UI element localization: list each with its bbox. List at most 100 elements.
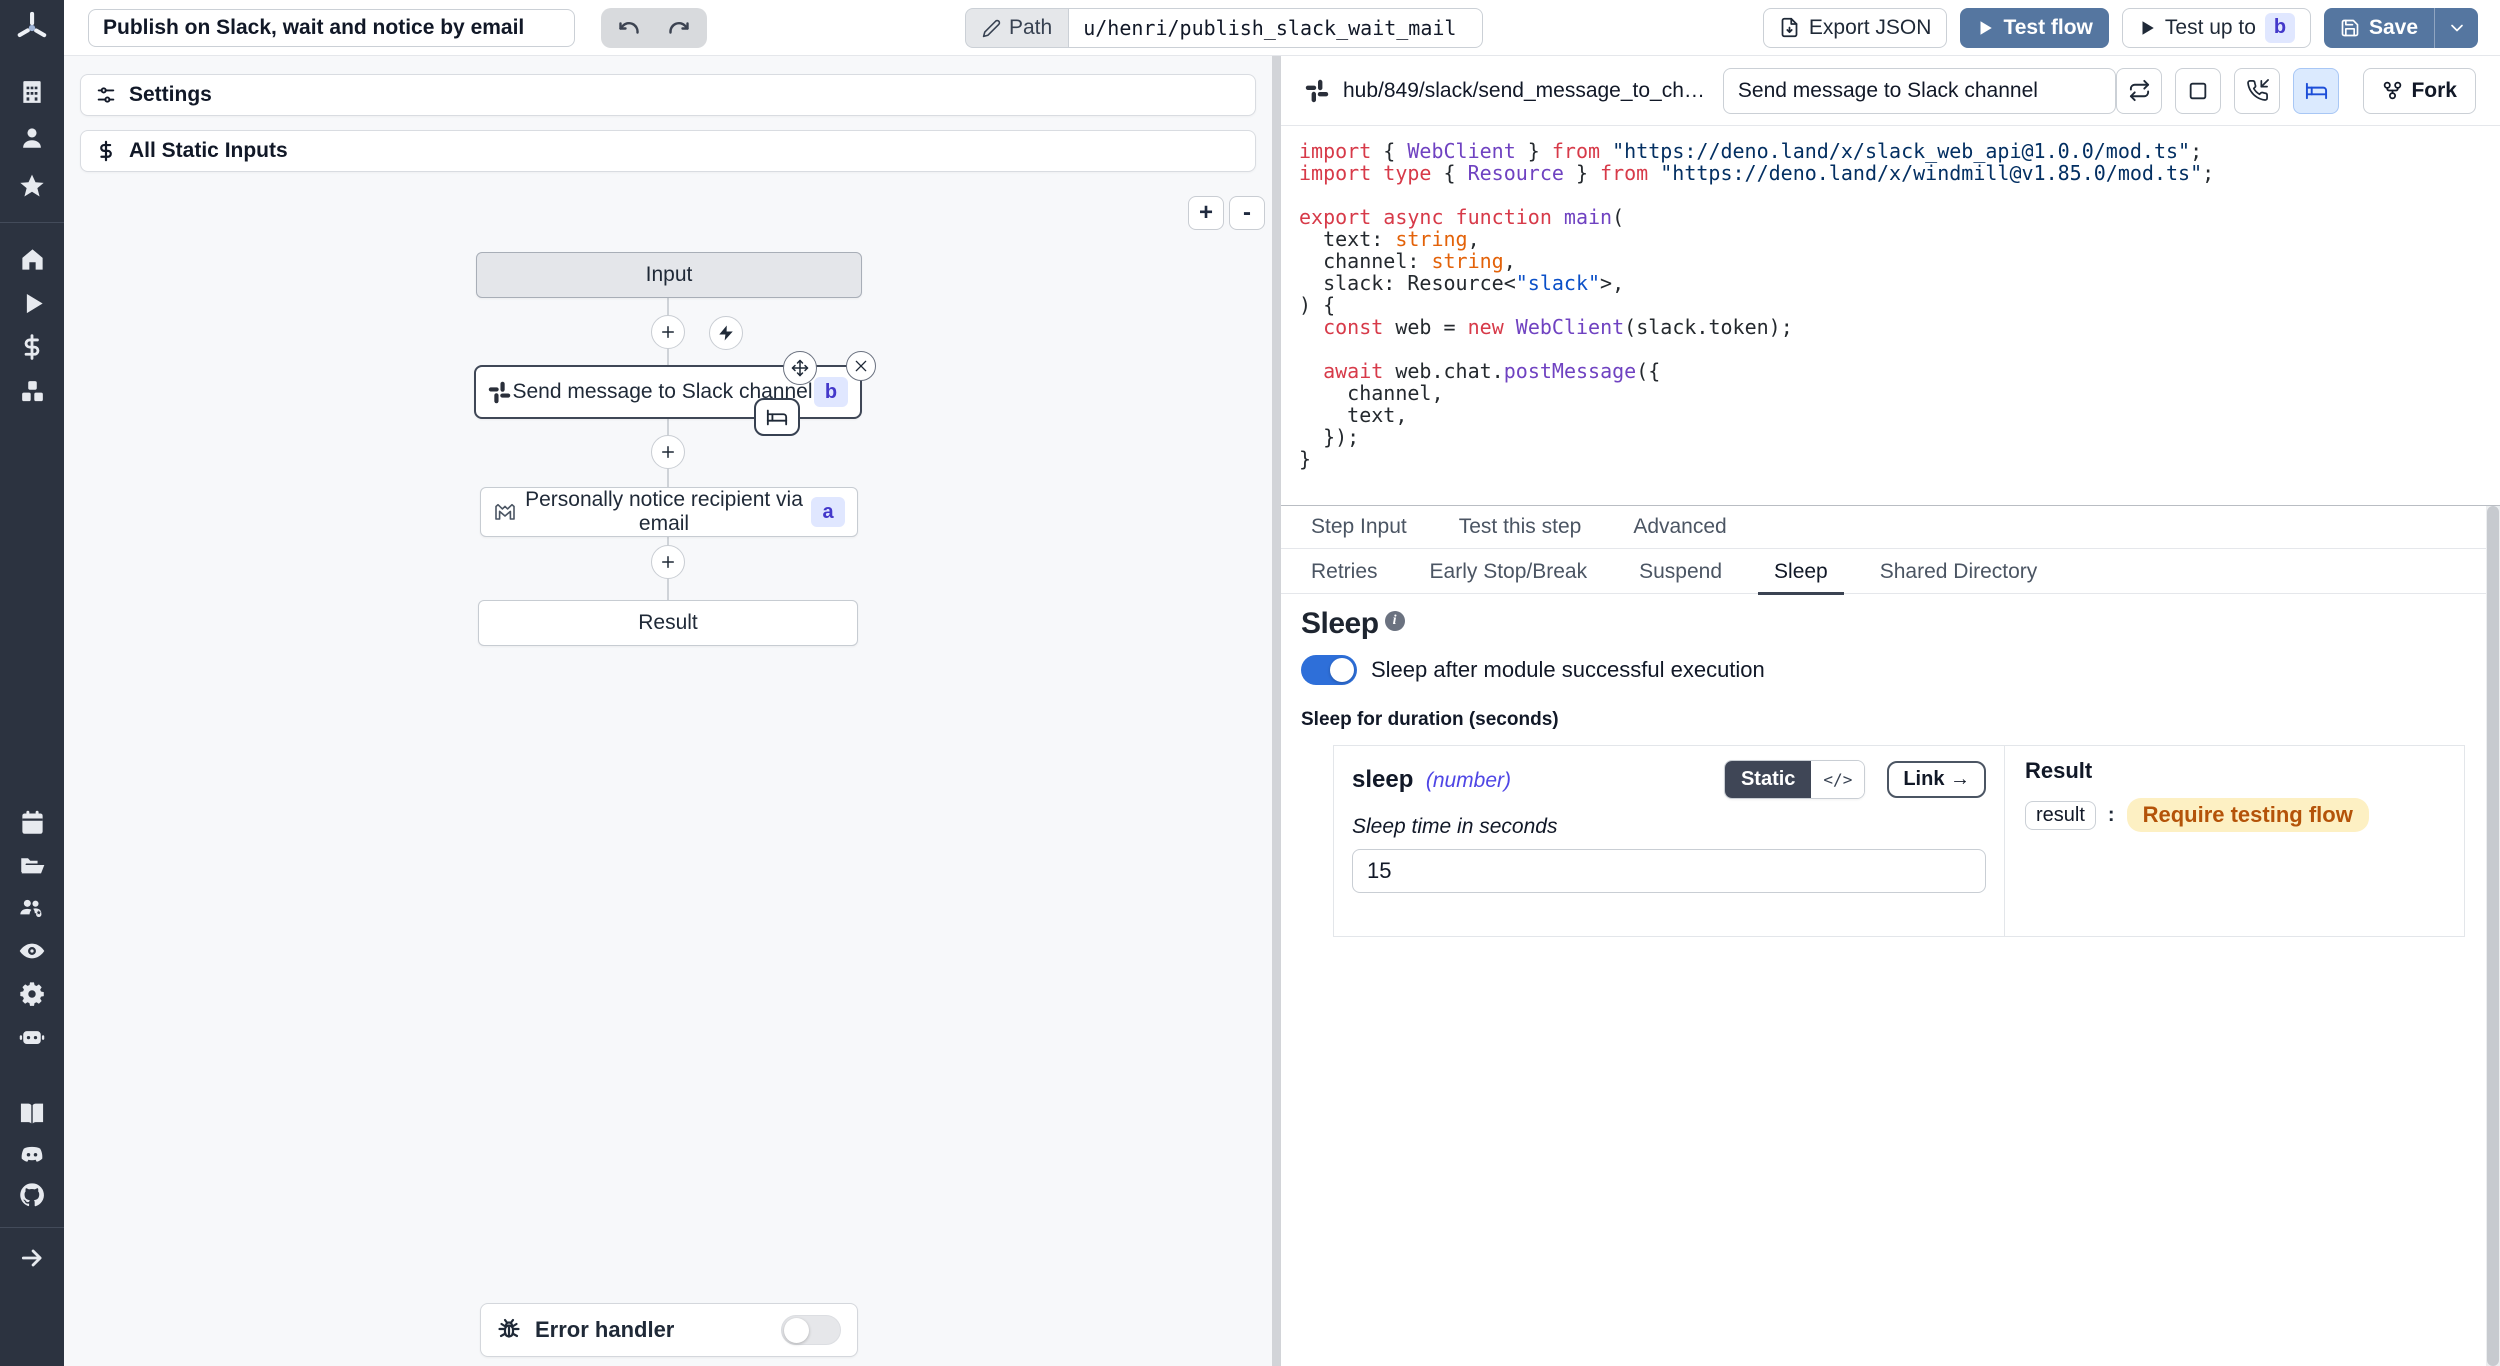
tab-advanced[interactable]: Advanced — [1617, 506, 1742, 548]
save-label: Save — [2369, 16, 2418, 40]
sidebar-divider — [0, 1227, 64, 1228]
path-group: Path — [965, 8, 1483, 48]
test-up-to-step-badge: b — [2265, 13, 2295, 43]
result-preview: Result result : Require testing flow — [2004, 746, 2464, 936]
tab-test-this-step[interactable]: Test this step — [1443, 506, 1598, 548]
docs-book-icon[interactable] — [18, 1099, 46, 1127]
tab-retries[interactable]: Retries — [1295, 550, 1394, 593]
result-title: Result — [2025, 758, 2444, 784]
gmail-icon — [493, 500, 517, 524]
panel-scrollbar[interactable] — [2486, 506, 2500, 1366]
settings-gear-icon[interactable] — [18, 980, 46, 1008]
export-json-label: Export JSON — [1809, 16, 1932, 40]
undo-icon[interactable] — [607, 8, 651, 48]
flow-title-input[interactable] — [88, 9, 575, 47]
file-down-icon — [1779, 17, 1800, 38]
insert-step-button[interactable] — [651, 435, 685, 469]
link-button[interactable]: Link → — [1887, 761, 1986, 798]
test-flow-button[interactable]: Test flow — [1960, 8, 2108, 48]
suspend-button[interactable] — [2234, 68, 2280, 114]
test-up-to-button[interactable]: Test up to b — [2122, 8, 2311, 48]
tab-early-stop-break[interactable]: Early Stop/Break — [1414, 550, 1604, 593]
hub-script-path: hub/849/slack/send_message_to_ch… — [1343, 79, 1705, 103]
slack-icon — [1305, 79, 1329, 103]
delete-node-button[interactable] — [846, 351, 876, 381]
folders-icon[interactable] — [18, 851, 46, 879]
path-input[interactable] — [1068, 8, 1483, 48]
pencil-icon — [982, 19, 1001, 38]
tab-shared-directory[interactable]: Shared Directory — [1864, 550, 2054, 593]
play-icon — [2138, 19, 2156, 37]
discord-icon[interactable] — [18, 1141, 46, 1169]
flow-node-email[interactable]: Personally notice recipient via email a — [480, 487, 858, 537]
windmill-logo[interactable] — [0, 0, 64, 56]
flow-settings-label: Settings — [129, 83, 212, 107]
flow-canvas: Settings All Static Inputs + - Input Sen — [64, 56, 1272, 1366]
flow-node-result[interactable]: Result — [478, 600, 858, 646]
zoom-in-button[interactable]: + — [1188, 196, 1224, 230]
sleep-input-hint: Sleep time in seconds — [1352, 815, 1986, 839]
sleep-seconds-input[interactable] — [1352, 849, 1986, 893]
home-icon[interactable] — [18, 245, 46, 273]
insert-step-button[interactable] — [651, 315, 685, 349]
insert-step-button[interactable] — [651, 545, 685, 579]
redo-icon[interactable] — [657, 8, 701, 48]
retries-toggle-button[interactable] — [2116, 68, 2162, 114]
flow-node-input[interactable]: Input — [476, 252, 862, 298]
fork-button[interactable]: Fork — [2363, 68, 2476, 114]
audit-eye-icon[interactable] — [18, 937, 46, 965]
all-static-inputs-bar[interactable]: All Static Inputs — [80, 130, 1256, 172]
step-summary-input[interactable] — [1723, 68, 2117, 114]
step-detail-panel: hub/849/slack/send_message_to_ch… Fork — [1281, 56, 2500, 1366]
runs-play-icon[interactable] — [18, 289, 46, 317]
user-icon[interactable] — [18, 124, 46, 152]
resources-boxes-icon[interactable] — [18, 377, 46, 405]
error-handler-toggle[interactable] — [781, 1315, 841, 1345]
sidebar-divider — [0, 222, 64, 223]
sleep-tab-content: Sleep i Sleep after module successful ex… — [1281, 595, 2484, 1366]
workers-bot-icon[interactable] — [18, 1023, 46, 1051]
scrollbar-thumb[interactable] — [2487, 506, 2499, 1366]
trigger-button[interactable] — [709, 316, 743, 350]
groups-icon[interactable] — [18, 894, 46, 922]
slack-icon — [488, 381, 511, 404]
info-icon[interactable]: i — [1385, 611, 1405, 631]
result-node-label: Result — [638, 611, 698, 635]
zap-icon — [717, 324, 735, 342]
expand-arrow-icon[interactable] — [18, 1244, 46, 1272]
tab-step-input[interactable]: Step Input — [1295, 506, 1423, 548]
result-separator: : — [2108, 804, 2115, 827]
save-button[interactable]: Save — [2324, 8, 2434, 48]
sleep-toggle-button[interactable] — [2293, 68, 2339, 114]
fork-label: Fork — [2411, 79, 2457, 103]
variables-dollar-icon[interactable] — [18, 333, 46, 361]
plus-icon — [659, 553, 677, 571]
error-handler-bar[interactable]: Error handler — [480, 1303, 858, 1357]
panel-splitter[interactable] — [1272, 56, 1281, 1366]
sleep-indicator-chip[interactable] — [754, 398, 800, 436]
sleep-enabled-toggle[interactable] — [1301, 655, 1357, 685]
workspace-icon[interactable] — [18, 78, 46, 106]
github-icon[interactable] — [18, 1181, 46, 1209]
save-dropdown-button[interactable] — [2434, 8, 2478, 48]
zoom-out-button[interactable]: - — [1229, 196, 1265, 230]
path-button[interactable]: Path — [965, 8, 1068, 48]
early-stop-button[interactable] — [2175, 68, 2221, 114]
sleep-section-title: Sleep — [1301, 607, 1379, 641]
tab-sleep[interactable]: Sleep — [1758, 550, 1844, 593]
code-editor[interactable]: import { WebClient } from "https://deno.… — [1281, 126, 2500, 505]
sleep-form: sleep (number) Static </> Link → Sleep t… — [1334, 746, 2004, 936]
code-mode-button[interactable]: </> — [1811, 761, 1864, 798]
move-node-button[interactable] — [783, 351, 817, 385]
module-tabs: Retries Early Stop/Break Suspend Sleep S… — [1281, 550, 2500, 594]
input-mode-segmented: Static </> — [1724, 760, 1865, 799]
error-handler-label: Error handler — [535, 1317, 674, 1343]
bug-icon — [497, 1318, 521, 1342]
tab-suspend[interactable]: Suspend — [1623, 550, 1738, 593]
flow-settings-bar[interactable]: Settings — [80, 74, 1256, 116]
schedules-calendar-icon[interactable] — [18, 808, 46, 836]
favorites-star-icon[interactable] — [18, 172, 46, 200]
result-key-chip[interactable]: result — [2025, 801, 2096, 830]
static-mode-button[interactable]: Static — [1725, 761, 1811, 798]
export-json-button[interactable]: Export JSON — [1763, 8, 1948, 48]
